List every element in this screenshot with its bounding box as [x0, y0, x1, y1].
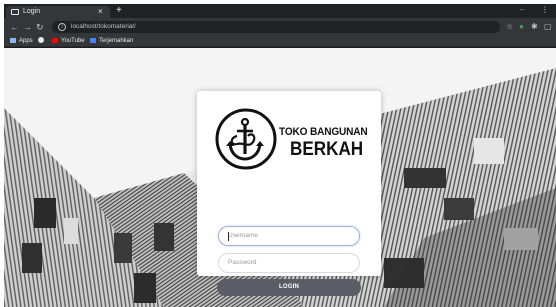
arrow-right-icon[interactable]: → — [23, 21, 32, 33]
login-card: TOKO BANGUNAN BERKAH Username Password L… — [197, 91, 381, 296]
youtube-icon — [52, 37, 58, 43]
extension-icon[interactable]: ● — [519, 21, 524, 33]
login-button[interactable]: LOGIN — [217, 279, 361, 296]
translate-icon — [90, 37, 96, 43]
star-icon[interactable]: ☆ — [506, 21, 513, 33]
address-bar[interactable]: i localhost/tokomaterial/ — [52, 21, 500, 33]
window-menu-icon[interactable]: ⋮ — [541, 4, 549, 16]
bookmark-terjemahkan[interactable]: Terjemahkan — [90, 37, 133, 46]
tab-close-icon[interactable]: × — [98, 6, 103, 17]
reload-icon[interactable]: ↻ — [36, 21, 44, 33]
arrow-left-icon[interactable]: ← — [10, 21, 19, 33]
globe-icon — [38, 37, 44, 44]
puzzle-icon[interactable]: ✱ — [531, 21, 538, 33]
tab-strip: Login × + – ⋮ — [4, 4, 556, 18]
bookmark-apps[interactable]: Apps — [10, 37, 33, 46]
tab-login[interactable]: Login × — [6, 6, 110, 18]
password-placeholder: Password — [228, 259, 257, 266]
bookmark-label: YouTube — [61, 38, 85, 44]
browser-window: Login × + – ⋮ ← → ↻ i localhost/tokomate… — [4, 4, 556, 307]
bookmark-youtube[interactable]: YouTube — [52, 37, 85, 46]
bookmark-label: Apps — [19, 38, 33, 44]
brand-name-line1: TOKO BANGUNAN — [279, 126, 368, 138]
apps-grid-icon — [10, 37, 16, 43]
bookmarks-bar: Apps YouTube Terjemahkan — [4, 36, 556, 47]
url-text[interactable]: localhost/tokomaterial/ — [71, 22, 136, 32]
page-favicon-icon — [11, 9, 19, 15]
minimize-button[interactable]: – — [520, 4, 524, 16]
new-tab-button[interactable]: + — [116, 4, 122, 17]
profile-icon[interactable]: ▢ — [544, 21, 552, 33]
tab-title: Login — [23, 8, 41, 15]
username-placeholder: Username — [228, 232, 258, 239]
brand-name-line2: BERKAH — [290, 139, 364, 160]
username-input[interactable]: Username — [218, 226, 360, 246]
anchor-logo-icon — [215, 108, 277, 170]
password-input[interactable]: Password — [218, 253, 360, 273]
browser-toolbar: ← → ↻ i localhost/tokomaterial/ ☆ ● ✱ ▢ — [4, 18, 556, 36]
site-info-icon[interactable]: i — [58, 23, 66, 31]
page-viewport: TOKO BANGUNAN BERKAH Username Password L… — [4, 48, 556, 307]
bookmark-globe[interactable] — [38, 37, 47, 46]
text-caret — [228, 232, 229, 241]
bookmark-label: Terjemahkan — [99, 38, 134, 44]
